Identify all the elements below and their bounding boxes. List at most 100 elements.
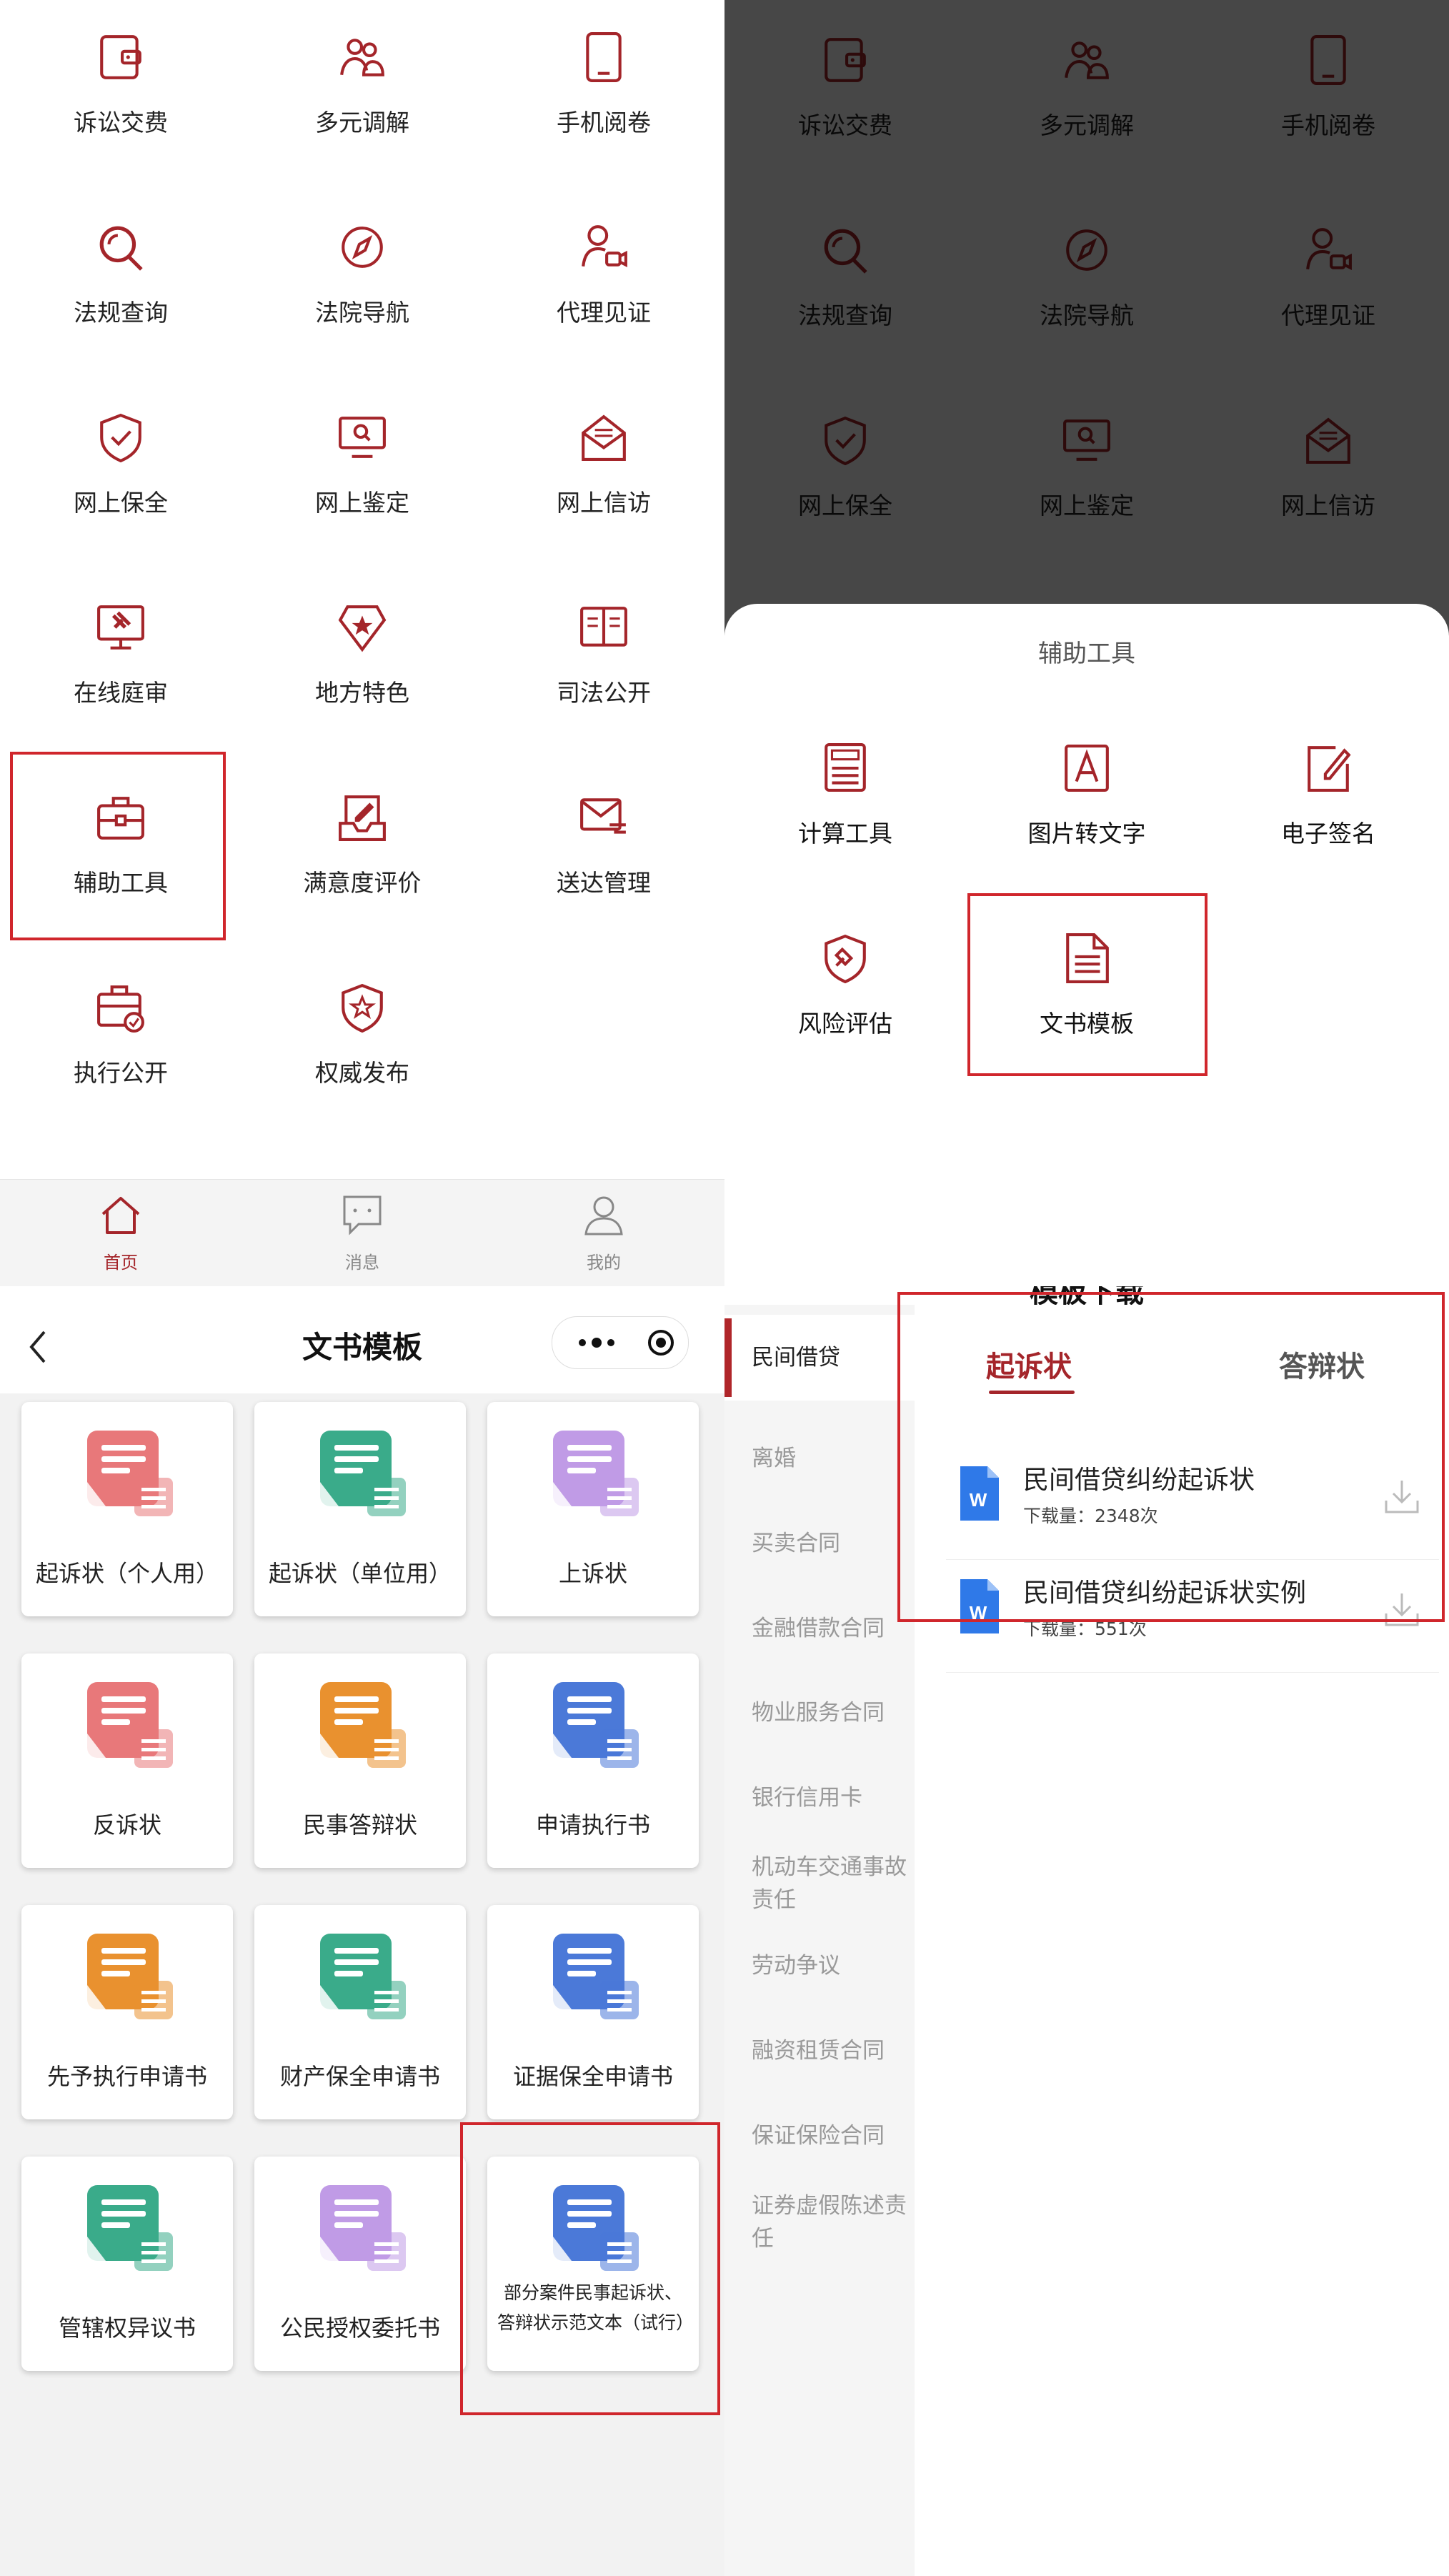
tool-item-label: 图片转文字 [1027,820,1146,847]
template-card-label: 反诉状 [92,1811,161,1839]
category-item-5[interactable]: 物业服务合同 [724,1696,915,1729]
highlight-box-tools [10,752,226,940]
user-video-icon [582,225,627,268]
briefcase-check-icon [97,985,144,1033]
grid-item-label: 手机阅卷 [557,109,651,136]
shield-star-icon [342,983,383,1033]
tab-home-label: 首页 [104,1253,138,1273]
template-document-icon [320,1682,406,1768]
grid-item-label: 执行公开 [74,1059,168,1087]
grid-item-label: 满意度评价 [303,869,422,897]
template-card-10[interactable]: 管辖权异议书 [21,2157,233,2371]
template-card-4[interactable]: 反诉状 [21,1653,233,1868]
template-card-label: 财产保全申请书 [279,2063,440,2090]
grid-item-8[interactable]: 网上鉴定 [242,380,483,570]
grid-item-label: 法院导航 [315,299,409,327]
template-card-label: 起诉状（个人用） [35,1560,219,1587]
template-card-11[interactable]: 公民授权委托书 [254,2157,466,2371]
search-icon [99,226,143,271]
template-card-8[interactable]: 财产保全申请书 [254,1905,466,2119]
category-item-11[interactable]: 证券虚假陈述责任 [724,2189,915,2255]
template-document-icon [87,2185,173,2271]
home-icon [101,1197,140,1234]
edit-tray-icon [339,795,386,841]
highlight-box-sample-text [460,2122,720,2415]
grid-item-17[interactable]: 权威发布 [242,950,483,1140]
template-card-7[interactable]: 先予执行申请书 [21,1905,233,2119]
category-item-6[interactable]: 银行信用卡 [724,1781,915,1814]
highlight-box-docs [897,1292,1445,1622]
tool-item-label: 计算工具 [798,820,892,847]
grid-item-6[interactable]: 代理见证 [483,190,724,380]
user-icon [584,1196,623,1235]
grid-item-3[interactable]: 手机阅卷 [483,0,724,190]
monitor-search-icon [339,417,386,458]
grid-item-5[interactable]: 法院导航 [242,190,483,380]
category-item-9[interactable]: 融资租赁合同 [724,2034,915,2067]
tool-item-4[interactable]: 风险评估 [724,901,966,1091]
category-item-2[interactable]: 离婚 [724,1442,915,1475]
shield-check-icon [100,413,141,463]
grid-item-10[interactable]: 在线庭审 [0,570,242,760]
tool-item-label: 电子签名 [1281,820,1375,847]
shield-gavel-icon [825,934,866,984]
tools-bottom-sheet: 辅助工具 计算工具 图片转文字 电子签名 风险评估 文书模板 [724,604,1449,1286]
template-card-label: 证据保全申请书 [512,2063,673,2090]
category-item-10[interactable]: 保证保险合同 [724,2119,915,2152]
grid-item-label: 网上信访 [557,489,651,517]
tab-mine-label: 我的 [587,1253,621,1273]
template-card-1[interactable]: 起诉状（个人用） [21,1402,233,1616]
template-card-6[interactable]: 申请执行书 [487,1653,699,1868]
message-icon [343,1195,382,1235]
category-sidebar: 民间借贷离婚买卖合同金融借款合同 物业服务合同 银行信用卡机动车交通事故责任劳动争议… [724,1286,915,2576]
template-document-icon [87,1934,173,2019]
bottom-tab-bar: 首页 消息 我的 [0,1179,724,1286]
phone-icon [586,32,622,82]
template-card-3[interactable]: 上诉状 [487,1402,699,1616]
tool-item-1[interactable]: 计算工具 [724,711,966,901]
mail-open-icon [582,414,626,461]
tab-home[interactable]: 首页 [0,1191,242,1277]
grid-item-4[interactable]: 法规查询 [0,190,242,380]
tab-mine[interactable]: 我的 [483,1191,724,1277]
grid-item-9[interactable]: 网上信访 [483,380,724,570]
template-card-label: 管辖权异议书 [58,2314,196,2342]
category-item-7[interactable]: 机动车交通事故责任 [724,1851,915,1916]
grid-item-7[interactable]: 网上保全 [0,380,242,570]
monitor-gavel-icon [97,605,144,650]
grid-item-11[interactable]: 地方特色 [242,570,483,760]
grid-item-16[interactable]: 执行公开 [0,950,242,1140]
template-document-icon [87,1431,173,1516]
tool-item-3[interactable]: 电子签名 [1208,711,1449,901]
template-card-9[interactable]: 证据保全申请书 [487,1905,699,2119]
tool-item-label: 风险评估 [798,1010,892,1038]
star-badge-icon [338,605,387,652]
signature-icon [1308,746,1351,792]
category-item-1[interactable]: 民间借贷 [724,1315,915,1401]
tab-messages[interactable]: 消息 [242,1191,483,1277]
grid-item-label: 法规查询 [74,299,168,327]
template-card-label: 公民授权委托书 [279,2314,440,2342]
close-target-icon[interactable] [647,1328,675,1357]
grid-item-12[interactable]: 司法公开 [483,570,724,760]
template-document-icon [320,2185,406,2271]
template-document-icon [320,1431,406,1516]
template-card-5[interactable]: 民事答辩状 [254,1653,466,1868]
people-icon [340,39,384,76]
grid-item-2[interactable]: 多元调解 [242,0,483,190]
category-item-3[interactable]: 买卖合同 [724,1527,915,1560]
grid-item-label: 在线庭审 [74,679,168,707]
category-item-8[interactable]: 劳动争议 [724,1949,915,1982]
nav-bar: 文书模板 [0,1286,724,1393]
sheet-title: 辅助工具 [1038,640,1135,668]
grid-item-14[interactable]: 满意度评价 [242,760,483,950]
grid-item-label: 司法公开 [557,679,651,707]
category-item-4[interactable]: 金融借款合同 [724,1612,915,1645]
compass-icon [342,227,383,268]
template-card-2[interactable]: 起诉状（单位用） [254,1402,466,1616]
grid-item-label: 多元调解 [315,109,409,136]
tool-item-2[interactable]: 图片转文字 [966,711,1208,901]
grid-item-15[interactable]: 送达管理 [483,760,724,950]
more-dots-icon[interactable] [577,1336,617,1350]
grid-item-1[interactable]: 诉讼交费 [0,0,242,190]
